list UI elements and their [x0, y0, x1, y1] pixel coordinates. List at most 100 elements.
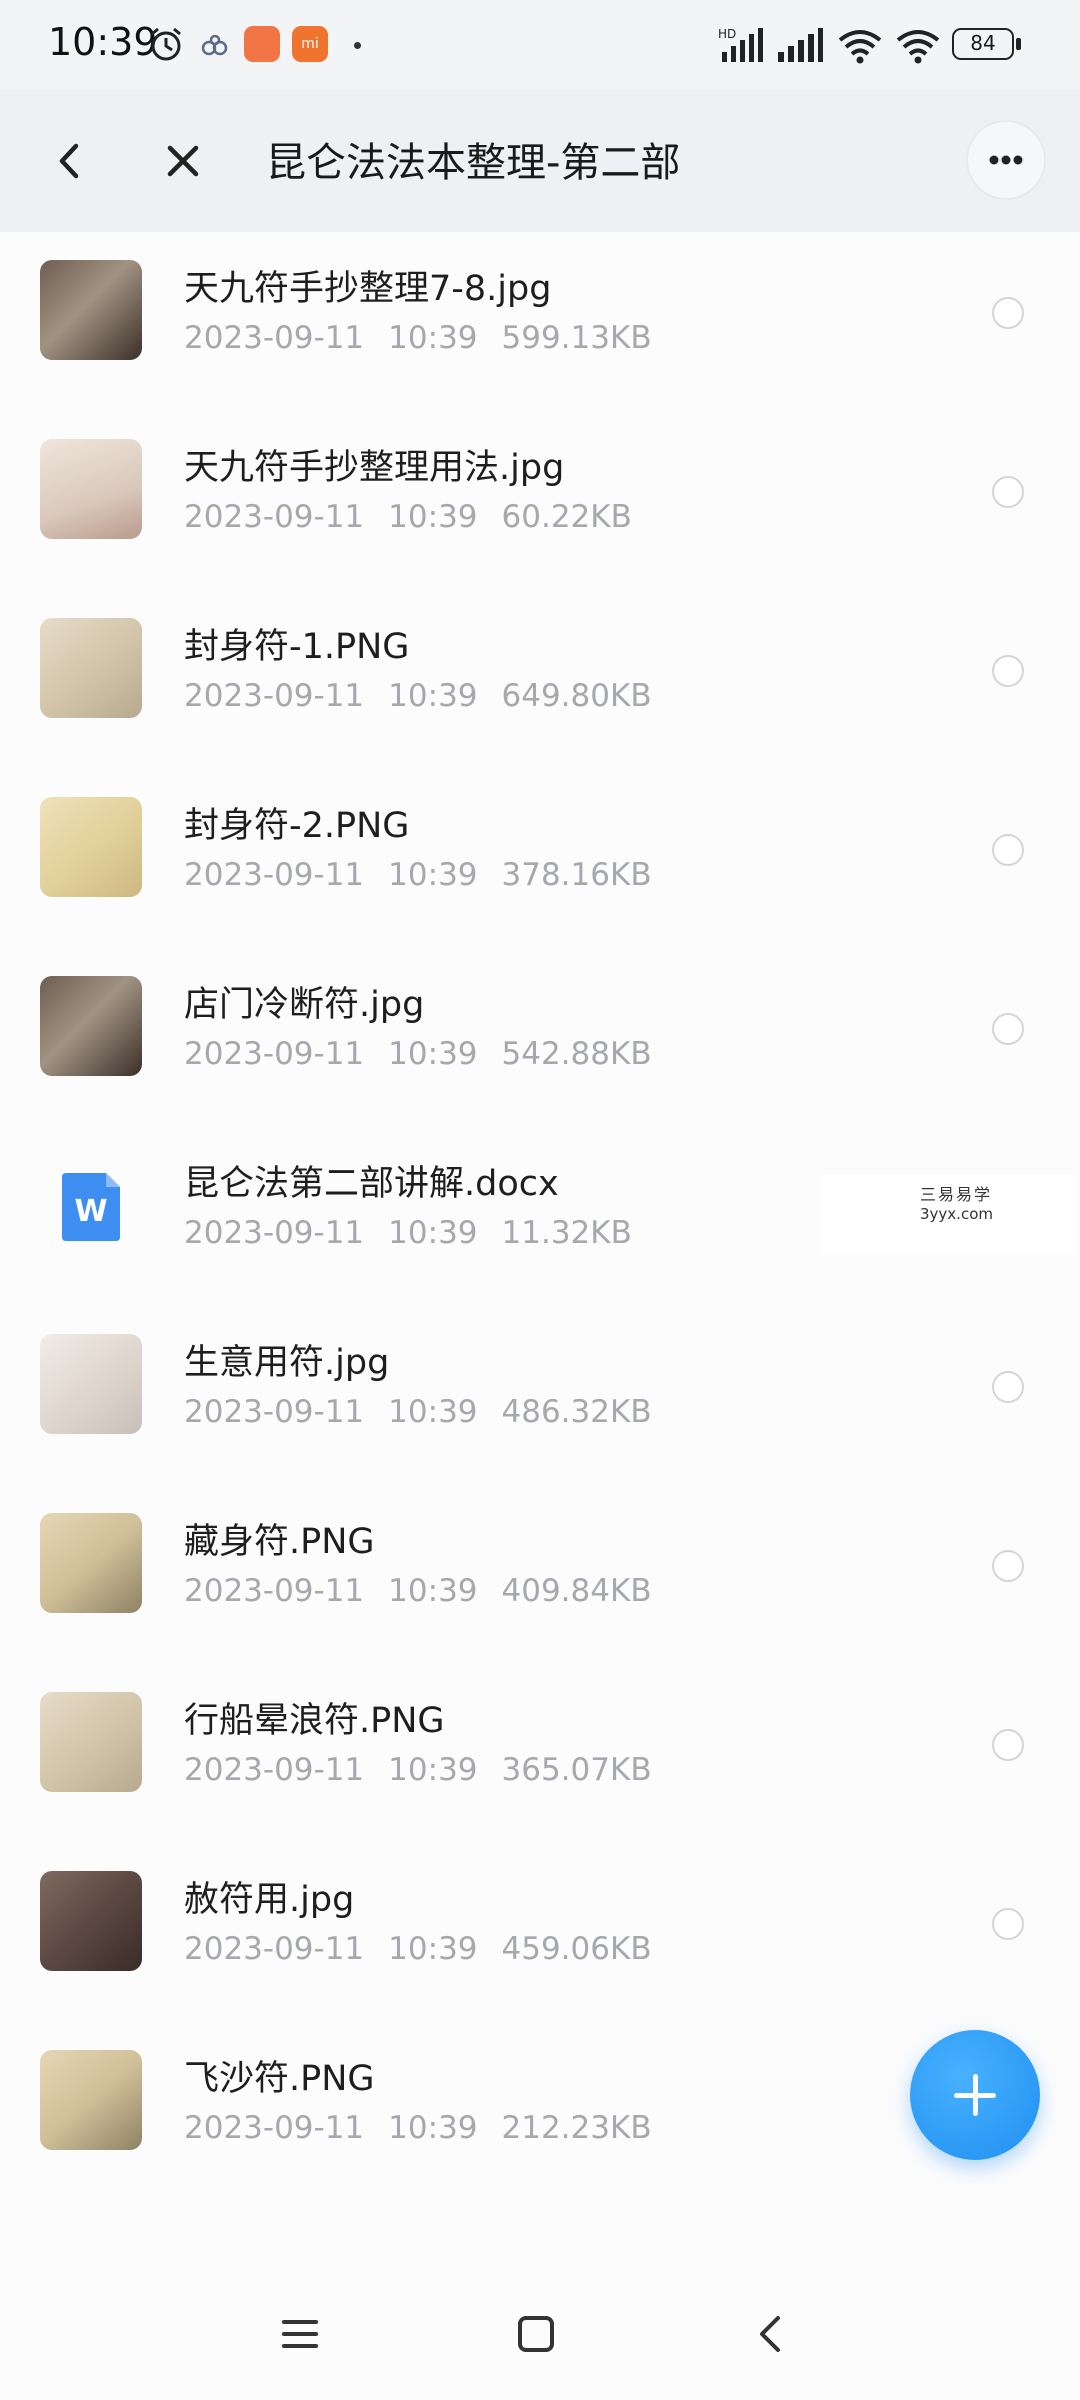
image-thumbnail	[40, 1871, 142, 1971]
watermark-line-1: 三易易学	[920, 1185, 993, 1204]
file-name: 封身符-1.PNG	[184, 627, 410, 667]
image-thumbnail	[40, 2050, 142, 2150]
image-thumbnail	[40, 439, 142, 539]
file-date: 2023-09-11	[184, 1394, 365, 1430]
file-size: 542.88KB	[501, 1036, 652, 1072]
file-name: 昆仑法第二部讲解.docx	[184, 1164, 559, 1204]
system-nav-bar	[0, 2280, 1080, 2400]
file-meta: 2023-09-11 10:39 409.84KB	[184, 1573, 676, 1609]
file-row[interactable]: 藏身符.PNG 2023-09-11 10:39 409.84KB	[0, 1485, 1080, 1664]
menu-icon[interactable]	[276, 2310, 324, 2358]
file-name: 天九符手抄整理7-8.jpg	[184, 269, 552, 309]
file-time: 10:39	[388, 320, 478, 356]
home-icon[interactable]	[512, 2310, 560, 2358]
file-name: 天九符手抄整理用法.jpg	[184, 448, 565, 488]
file-time: 10:39	[388, 1394, 478, 1430]
file-meta: 2023-09-11 10:39 486.32KB	[184, 1394, 676, 1430]
file-size: 212.23KB	[501, 2110, 652, 2146]
select-radio[interactable]	[992, 1908, 1024, 1940]
file-time: 10:39	[388, 1931, 478, 1967]
file-row[interactable]: 天九符手抄整理7-8.jpg 2023-09-11 10:39 599.13KB	[0, 232, 1080, 411]
file-date: 2023-09-11	[184, 678, 365, 714]
file-date: 2023-09-11	[184, 2110, 365, 2146]
file-size: 486.32KB	[501, 1394, 652, 1430]
page-title: 昆仑法法本整理-第二部	[266, 140, 681, 186]
file-name: 生意用符.jpg	[184, 1343, 390, 1383]
file-date: 2023-09-11	[184, 499, 365, 535]
file-name: 店门冷断符.jpg	[184, 985, 425, 1025]
wifi-icon	[838, 30, 882, 64]
file-size: 649.80KB	[501, 678, 652, 714]
file-date: 2023-09-11	[184, 857, 365, 893]
back-chevron-icon[interactable]	[36, 126, 106, 196]
file-size: 409.84KB	[501, 1573, 652, 1609]
alarm-icon	[151, 27, 181, 61]
select-radio[interactable]	[992, 476, 1024, 508]
select-radio[interactable]	[992, 1371, 1024, 1403]
wifi-icon	[896, 30, 940, 64]
file-time: 10:39	[388, 1573, 478, 1609]
file-size: 11.32KB	[501, 1215, 632, 1251]
file-row[interactable]: 天九符手抄整理用法.jpg 2023-09-11 10:39 60.22KB	[0, 411, 1080, 590]
add-button[interactable]	[910, 2030, 1040, 2160]
file-row[interactable]: 赦符用.jpg 2023-09-11 10:39 459.06KB	[0, 1843, 1080, 2022]
file-list: 天九符手抄整理7-8.jpg 2023-09-11 10:39 599.13KB 天九符…	[0, 232, 1080, 2201]
file-time: 10:39	[388, 857, 478, 893]
more-button[interactable]	[968, 122, 1044, 198]
file-name: 封身符-2.PNG	[184, 806, 410, 846]
image-thumbnail	[40, 797, 142, 897]
file-date: 2023-09-11	[184, 1215, 365, 1251]
select-radio[interactable]	[992, 834, 1024, 866]
file-row[interactable]: 行船晕浪符.PNG 2023-09-11 10:39 365.07KB	[0, 1664, 1080, 1843]
app-header: 昆仑法法本整理-第二部	[0, 90, 1080, 232]
file-name: 赦符用.jpg	[184, 1880, 355, 1920]
file-date: 2023-09-11	[184, 1931, 365, 1967]
battery-cap	[1016, 38, 1021, 50]
file-size: 60.22KB	[501, 499, 632, 535]
image-thumbnail	[40, 1513, 142, 1613]
file-name: 飞沙符.PNG	[184, 2059, 375, 2099]
file-size: 378.16KB	[501, 857, 652, 893]
watermark: 三易易学 3yyx.com	[820, 1175, 1075, 1255]
file-time: 10:39	[388, 1752, 478, 1788]
image-thumbnail	[40, 1692, 142, 1792]
back-icon[interactable]	[748, 2310, 796, 2358]
mi-store-icon	[244, 26, 280, 62]
mi-app-icon: mi	[292, 26, 328, 62]
file-row[interactable]: 生意用符.jpg 2023-09-11 10:39 486.32KB	[0, 1306, 1080, 1485]
file-time: 10:39	[388, 1036, 478, 1072]
file-row[interactable]: W 昆仑法第二部讲解.docx 2023-09-11 10:39 11.32KB 三易易学…	[0, 1127, 1080, 1306]
file-row[interactable]: 店门冷断符.jpg 2023-09-11 10:39 542.88KB	[0, 948, 1080, 1127]
file-meta: 2023-09-11 10:39 365.07KB	[184, 1752, 676, 1788]
dot-icon	[354, 42, 361, 49]
file-meta: 2023-09-11 10:39 212.23KB	[184, 2110, 676, 2146]
file-meta: 2023-09-11 10:39 599.13KB	[184, 320, 676, 356]
image-thumbnail	[40, 618, 142, 718]
svg-text:W: W	[74, 1194, 107, 1229]
svg-text:HD: HD	[718, 27, 736, 41]
battery-indicator: 84	[952, 28, 1014, 60]
signal-icon	[778, 28, 823, 62]
file-date: 2023-09-11	[184, 320, 365, 356]
hd-signal-icon: HD	[718, 27, 763, 62]
select-radio[interactable]	[992, 297, 1024, 329]
file-time: 10:39	[388, 1215, 478, 1251]
select-radio[interactable]	[992, 1013, 1024, 1045]
image-thumbnail	[40, 260, 142, 360]
file-date: 2023-09-11	[184, 1036, 365, 1072]
file-name: 行船晕浪符.PNG	[184, 1701, 445, 1741]
select-radio[interactable]	[992, 1550, 1024, 1582]
file-meta: 2023-09-11 10:39 459.06KB	[184, 1931, 676, 1967]
file-row[interactable]: 封身符-1.PNG 2023-09-11 10:39 649.80KB	[0, 590, 1080, 769]
file-row[interactable]: 封身符-2.PNG 2023-09-11 10:39 378.16KB	[0, 769, 1080, 948]
file-size: 365.07KB	[501, 1752, 652, 1788]
file-meta: 2023-09-11 10:39 378.16KB	[184, 857, 676, 893]
image-thumbnail	[40, 976, 142, 1076]
file-time: 10:39	[388, 678, 478, 714]
file-time: 10:39	[388, 2110, 478, 2146]
status-bar: 10:39 mi HD 84	[0, 0, 1080, 90]
image-thumbnail	[40, 1334, 142, 1434]
select-radio[interactable]	[992, 1729, 1024, 1761]
close-icon[interactable]	[148, 126, 218, 196]
select-radio[interactable]	[992, 655, 1024, 687]
